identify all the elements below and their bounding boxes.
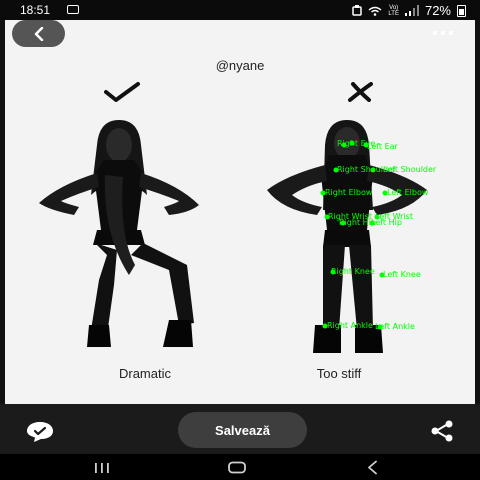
cross-icon (348, 82, 373, 102)
action-bar: Salvează (0, 404, 480, 454)
post-image: @nyane Right Eye Left Ear Right Shoulder… (5, 20, 475, 404)
good-pose-caption: Dramatic (118, 366, 171, 381)
battery-percent: 72% (424, 3, 451, 18)
status-time: 18:51 (20, 3, 51, 17)
vpn-icon (352, 5, 363, 16)
network-voice-label: Vo) (389, 4, 399, 11)
author-handle: @nyane (215, 58, 265, 73)
back-arrow-icon (368, 460, 377, 475)
label-left-knee: Left Knee (383, 270, 421, 279)
label-left-ankle: Left Ankle (375, 322, 415, 331)
label-left-shoulder: Left Shoulder (383, 165, 437, 174)
network-type: Vo) LTE (388, 5, 399, 17)
share-icon (431, 420, 453, 442)
gallery-notification-icon (67, 5, 79, 14)
network-lte-label: LTE (388, 10, 399, 17)
recent-apps-button[interactable] (87, 459, 117, 475)
comment-button[interactable] (24, 419, 56, 443)
label-left-ear: Left Ear (367, 142, 399, 151)
status-bar: 18:51 Vo) LTE 72% (0, 0, 480, 20)
save-button[interactable]: Salvează (178, 412, 307, 448)
check-icon (104, 82, 140, 102)
comment-icon (27, 422, 53, 442)
wifi-icon (368, 6, 382, 16)
label-left-hip: Left Hip (371, 218, 402, 227)
back-button[interactable] (12, 20, 65, 47)
recent-apps-icon (95, 463, 109, 473)
more-horizontal-icon (432, 30, 454, 36)
chevron-left-icon (34, 26, 43, 41)
status-indicators: Vo) LTE 72% (352, 3, 466, 18)
share-button[interactable] (428, 419, 456, 443)
battery-icon (457, 4, 466, 17)
app-screen: 18:51 Vo) LTE 72% @nyane Right Eye Left … (0, 0, 480, 480)
system-navigation-bar (0, 454, 480, 480)
label-right-elbow: Right Elbow (325, 188, 373, 197)
bad-pose-caption: Too stiff (316, 366, 362, 381)
home-icon (228, 461, 246, 474)
stiff-pose-photo: Right Eye Left Ear Right Shoulder Left S… (267, 120, 437, 353)
label-left-elbow: Left Elbow (387, 188, 429, 197)
dramatic-pose-photo (39, 120, 199, 347)
home-button[interactable] (222, 459, 252, 475)
more-options-button[interactable] (430, 22, 456, 44)
signal-icon (404, 5, 419, 16)
label-right-ankle: Right Ankle (327, 321, 373, 330)
label-right-knee: Right Knee (331, 267, 375, 276)
system-back-button[interactable] (358, 459, 388, 475)
